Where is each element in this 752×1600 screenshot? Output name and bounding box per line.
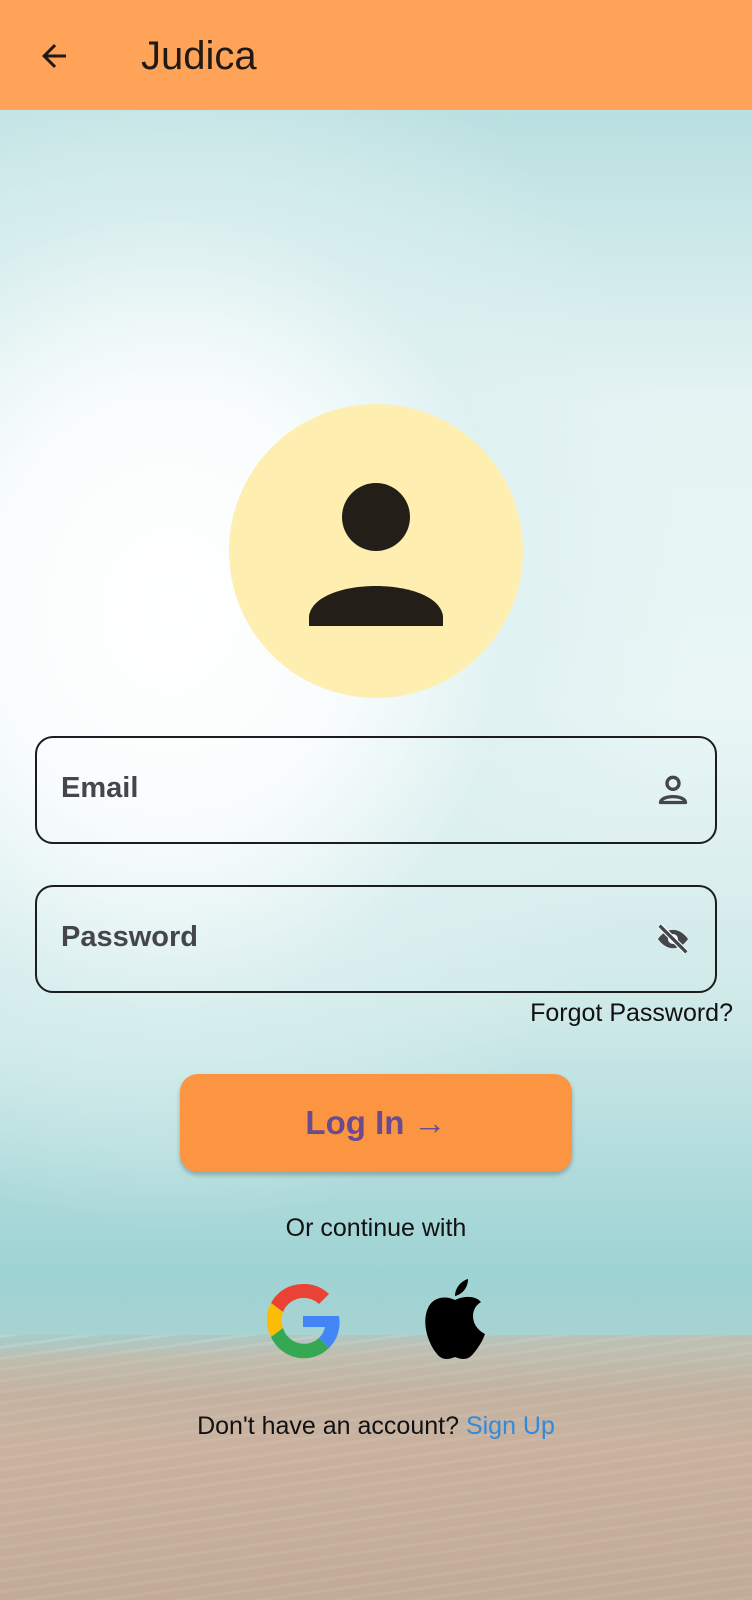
google-icon [266, 1283, 340, 1359]
signup-row: Don't have an account? Sign Up [0, 1412, 752, 1441]
password-field[interactable]: Password [35, 885, 717, 993]
forgot-password-link[interactable]: Forgot Password? [530, 999, 733, 1028]
app-bar: Judica [0, 0, 752, 110]
person-outline-icon [653, 770, 693, 810]
person-icon [309, 483, 443, 626]
sign-up-link[interactable]: Sign Up [466, 1412, 555, 1440]
password-label: Password [61, 921, 198, 953]
arrow-left-icon [42, 44, 66, 68]
continue-with-label: Or continue with [285, 1214, 467, 1242]
login-button-label: Log In → [305, 1104, 447, 1141]
email-label: Email [61, 772, 139, 804]
apple-icon [425, 1279, 485, 1359]
email-field[interactable]: Email [35, 736, 717, 844]
login-button[interactable]: Log In → [180, 1074, 572, 1172]
back-button[interactable] [26, 28, 82, 84]
avatar [229, 404, 523, 698]
background-table [0, 1335, 752, 1600]
app-title: Judica [141, 34, 257, 78]
eye-off-icon[interactable] [653, 919, 693, 959]
google-sign-in-button[interactable] [253, 1270, 353, 1370]
apple-sign-in-button[interactable] [405, 1270, 505, 1370]
signup-prompt: Don't have an account? [197, 1412, 459, 1440]
